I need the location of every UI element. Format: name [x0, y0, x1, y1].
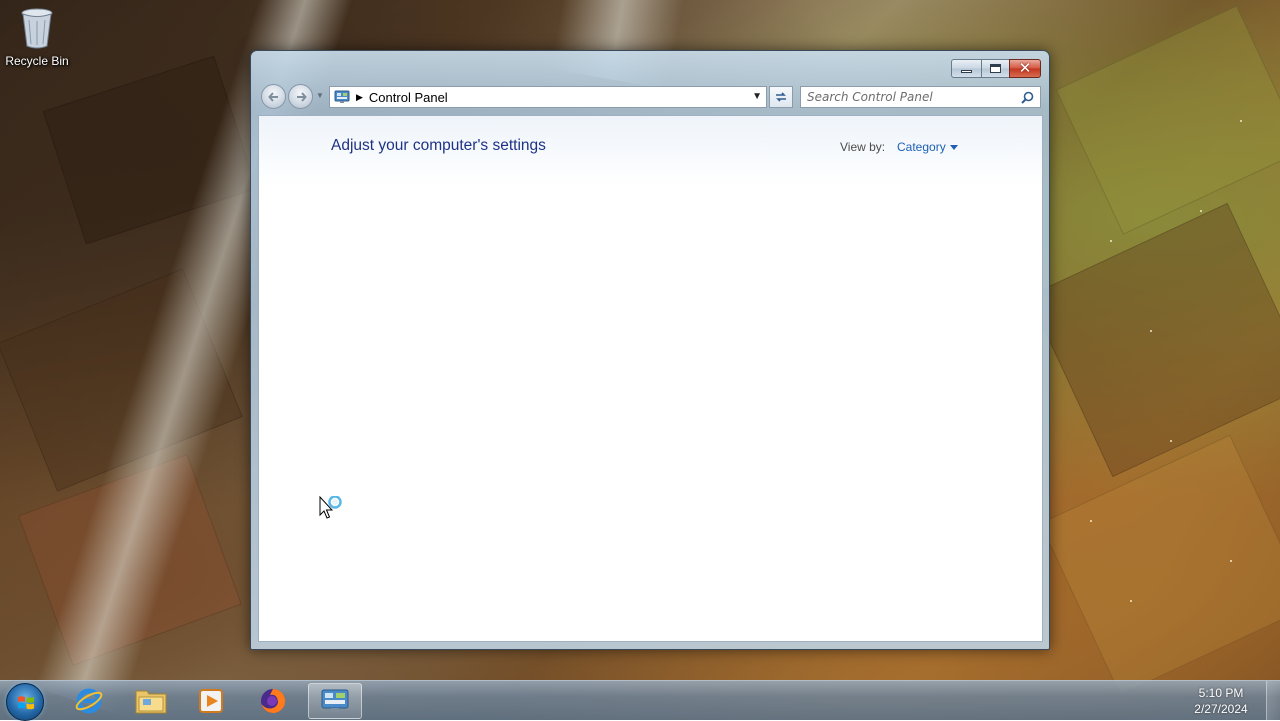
wallpaper-sparkle [1230, 560, 1232, 562]
refresh-icon [776, 92, 786, 102]
internet-explorer-icon [75, 688, 103, 714]
control-panel-icon [321, 689, 349, 712]
firefox-icon [261, 688, 286, 713]
recent-pages-dropdown-icon[interactable]: ▼ [316, 91, 324, 100]
desktop-icon-label: Recycle Bin [5, 54, 69, 68]
minimize-icon [961, 70, 972, 73]
search-icon[interactable] [1021, 91, 1034, 104]
address-bar[interactable]: ▶ Control Panel ▼ [329, 86, 767, 108]
show-desktop-button[interactable] [1266, 681, 1280, 721]
forward-arrow-icon [297, 92, 307, 102]
wallpaper-sparkle [1150, 330, 1152, 332]
window-controls: ✕ [951, 59, 1041, 78]
close-icon: ✕ [1018, 60, 1032, 77]
content-pane: Adjust your computer's settings View by:… [258, 115, 1043, 642]
media-player-icon [199, 689, 223, 713]
taskbar-internet-explorer[interactable] [62, 683, 116, 719]
taskbar-media-player[interactable] [184, 683, 238, 719]
maximize-icon [990, 64, 1001, 73]
system-clock[interactable]: 5:10 PM 2/27/2024 [1186, 685, 1256, 717]
wallpaper-tile [1028, 202, 1280, 478]
breadcrumb-control-panel[interactable]: Control Panel [369, 90, 448, 105]
navigation-bar: ▼ ▶ Control Panel ▼ [259, 83, 1043, 109]
wallpaper-sparkle [1110, 240, 1112, 242]
page-title: Adjust your computer's settings [331, 137, 546, 154]
back-arrow-icon [268, 92, 278, 102]
wallpaper-tile [1055, 5, 1280, 235]
clock-time: 5:10 PM [1198, 686, 1244, 700]
view-by-label: View by: [840, 140, 886, 154]
wallpaper-sparkle [1170, 440, 1172, 442]
back-button[interactable] [261, 84, 286, 109]
control-panel-icon [334, 89, 350, 105]
wallpaper-sparkle [1090, 520, 1092, 522]
address-dropdown-icon[interactable]: ▼ [752, 91, 762, 102]
search-box[interactable] [800, 86, 1041, 108]
wallpaper-sparkle [1130, 600, 1132, 602]
start-button[interactable] [6, 683, 44, 721]
minimize-button[interactable] [951, 59, 981, 78]
wallpaper-tile [1039, 434, 1280, 696]
taskbar: 5:10 PM 2/27/2024 [0, 680, 1280, 721]
chevron-down-icon [949, 145, 958, 151]
clock-date: 2/27/2024 [1194, 702, 1248, 716]
desktop-icon-recycle-bin[interactable]: Recycle Bin [4, 6, 70, 68]
refresh-button[interactable] [769, 86, 793, 108]
windows-logo-icon [18, 696, 34, 710]
wallpaper-sparkle [1200, 210, 1202, 212]
taskbar-firefox[interactable] [246, 683, 300, 719]
maximize-button[interactable] [981, 59, 1009, 78]
control-panel-window[interactable]: ✕ ▼ ▶ Control Panel ▼ Search Control Pan… [250, 50, 1050, 650]
taskbar-control-panel[interactable] [308, 683, 362, 719]
breadcrumb-separator-icon[interactable]: ▶ [356, 92, 363, 103]
close-button[interactable]: ✕ [1009, 59, 1041, 78]
taskbar-windows-explorer[interactable] [124, 683, 178, 719]
wallpaper-sparkle [1240, 120, 1242, 122]
recycle-bin-icon [20, 6, 54, 50]
folder-icon [135, 690, 167, 714]
view-by-dropdown[interactable]: Category [897, 140, 958, 154]
view-by-value: Category [897, 140, 946, 154]
search-input[interactable] [805, 88, 1015, 106]
forward-button[interactable] [288, 84, 313, 109]
busy-cursor-icon [319, 495, 347, 527]
